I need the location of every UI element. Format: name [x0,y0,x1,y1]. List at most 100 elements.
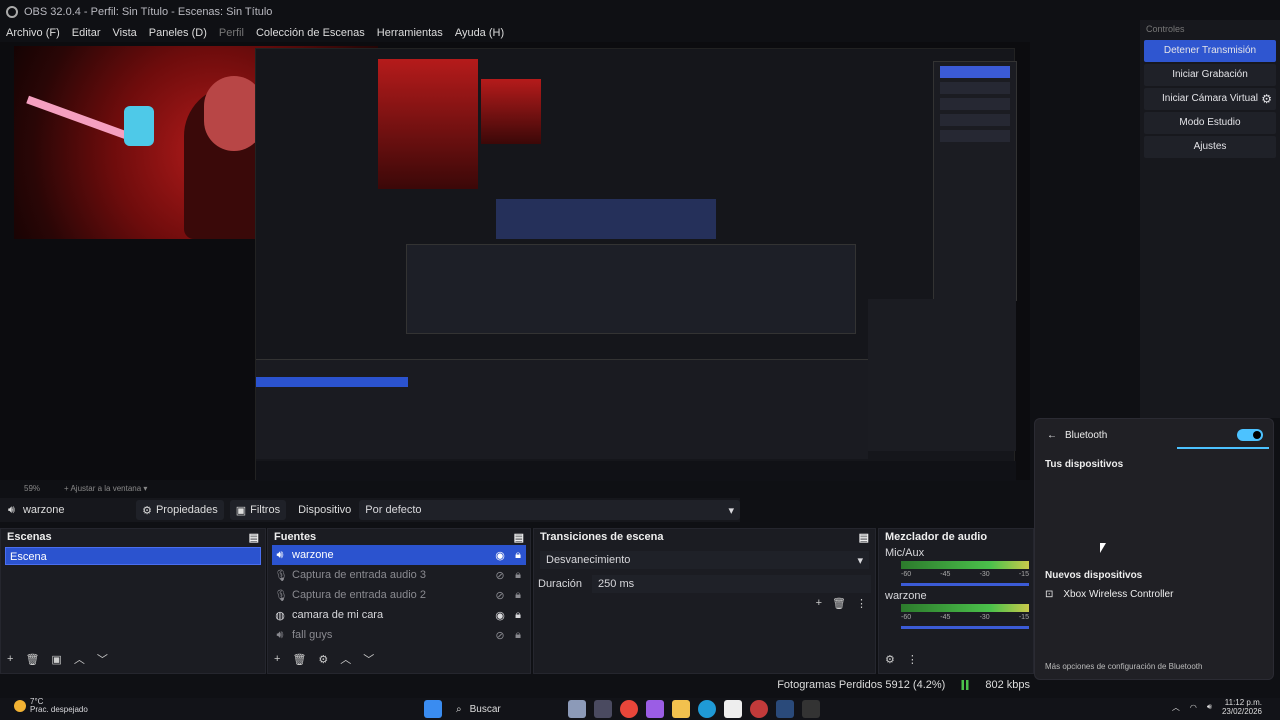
nested-taskbar [256,461,1016,481]
add-transition-icon[interactable]: + [816,597,822,610]
store-icon[interactable] [724,700,742,718]
gear-icon[interactable]: ⚙ [1261,88,1272,110]
weather-status: Prac. despejado [30,705,88,714]
taskbar-search[interactable]: ⌕ Buscar [450,700,560,718]
properties-button[interactable]: ⚙ Propiedades [136,500,224,520]
menu-herramientas[interactable]: Herramientas [377,27,443,39]
volume-slider[interactable] [901,583,1029,586]
filters-button[interactable]: ▣ Filtros [229,500,287,520]
move-down-icon[interactable]: ﹀ [97,651,108,667]
gear-icon[interactable]: ⚙ [885,653,895,666]
move-up-icon[interactable]: ︿ [340,651,351,667]
add-source-icon[interactable]: + [274,653,280,665]
volume-icon[interactable]: 🔊︎ [1207,702,1212,712]
menu-editar[interactable]: Editar [72,27,101,39]
preview-canvas[interactable] [0,42,1030,481]
trash-icon[interactable]: 🗑︎ [832,597,846,610]
eye-off-icon[interactable]: ⊘ [494,629,506,642]
your-devices-list [1035,470,1273,560]
task-view-icon[interactable] [594,700,612,718]
move-up-icon[interactable]: ︿ [74,651,85,667]
move-down-icon[interactable]: ﹀ [363,651,374,667]
duration-input[interactable]: 250 ms [592,575,871,593]
add-scene-icon[interactable]: + [7,653,13,665]
lock-icon[interactable]: 🔒︎ [512,629,524,642]
eye-icon[interactable]: ◉ [494,549,506,562]
widget-icon[interactable] [568,700,586,718]
speaker-icon: 🔊︎ [8,503,15,516]
dock-menu-icon[interactable]: ▤ [249,531,259,544]
menu-archivo[interactable]: Archivo (F) [6,27,60,39]
menu-coleccion[interactable]: Colección de Escenas [256,27,365,39]
more-bluetooth-settings[interactable]: Más opciones de configuración de Bluetoo… [1045,662,1202,671]
volume-slider[interactable] [901,626,1029,629]
bluetooth-toggle[interactable] [1237,429,1263,441]
nested-docks [256,359,868,459]
device-label: Dispositivo [298,504,352,516]
search-label: Buscar [469,703,501,715]
source-row[interactable]: 🔊︎ fall guys ⊘ 🔒︎ [268,625,530,645]
network-icon[interactable]: ◠ [1190,703,1197,712]
chrome-icon[interactable] [620,700,638,718]
scenes-dock: Escenas ▤ Escena + 🗑︎ ▣ ︿ ﹀ [0,528,266,674]
trash-icon[interactable]: 🗑︎ [25,653,39,666]
gear-icon[interactable]: ⚙ [318,653,328,666]
eye-off-icon[interactable]: ⊘ [494,569,506,582]
source-row[interactable]: ◍ camara de mi cara ◉ 🔒︎ [268,605,530,625]
edge-icon[interactable] [698,700,716,718]
studio-mode-button[interactable]: Modo Estudio [1144,112,1276,134]
zoom-fit[interactable]: + Ajustar a la ventana ▾ [64,484,147,493]
stop-stream-button[interactable]: Detener Transmisión [1144,40,1276,62]
more-icon[interactable]: ⋮ [856,597,867,610]
bitrate: 802 kbps [985,679,1030,691]
nested-obs-window [406,244,856,334]
lock-icon[interactable]: 🔒︎ [512,589,524,602]
virtual-camera-button[interactable]: Iniciar Cámara Virtual ⚙ [1144,88,1276,110]
dock-menu-icon[interactable]: ▤ [859,531,869,544]
settings-button[interactable]: Ajustes [1144,136,1276,158]
microphone [124,106,154,146]
menu-ayuda[interactable]: Ayuda (H) [455,27,504,39]
steam-icon[interactable] [776,700,794,718]
taskbar: 7°C Prac. despejado ⌕ Buscar ︿ ◠ 🔊︎ 11:12 … [0,698,1280,720]
lock-icon[interactable]: 🔒︎ [512,569,524,582]
camera-icon: ◍ [275,609,285,622]
weather-icon [14,700,26,712]
nested-webcam-2 [481,79,541,144]
back-arrow-icon[interactable]: ← [1047,430,1057,441]
lock-icon[interactable]: 🔒︎ [512,549,524,562]
mixer-title: Mezclador de audio [885,531,988,543]
app-icon[interactable] [750,700,768,718]
channel-name: warzone [885,590,927,602]
start-recording-button[interactable]: Iniciar Grabación [1144,64,1276,86]
start-icon[interactable] [424,700,442,718]
device-select[interactable]: Por defecto ▾ [359,500,740,520]
sources-dock: Fuentes ▤ 🔊︎ warzone ◉ 🔒︎ 🎙︎ Captura de e… [267,528,531,674]
copilot-icon[interactable] [646,700,664,718]
source-row[interactable]: 🔊︎ warzone ◉ 🔒︎ [272,545,526,565]
clock[interactable]: 11:12 p.m. 23/02/2026 [1222,698,1262,716]
chevron-up-icon[interactable]: ︿ [1172,702,1180,713]
eye-off-icon[interactable]: ⊘ [494,589,506,602]
nested-control-3 [940,98,1010,110]
mixer-channel: Mic/Aux -60 -45 -30 -15 [879,545,1033,588]
scene-item[interactable]: Escena [5,547,261,565]
dock-menu-icon[interactable]: ▤ [514,531,524,544]
lock-icon[interactable]: 🔒︎ [512,609,524,622]
trash-icon[interactable]: 🗑︎ [292,653,306,666]
menu-paneles[interactable]: Paneles (D) [149,27,207,39]
source-row[interactable]: 🎙︎ Captura de entrada audio 3 ⊘ 🔒︎ [268,565,530,585]
sources-title: Fuentes [274,531,317,543]
transition-select[interactable]: Desvanecimiento ▾ [540,551,869,569]
source-row[interactable]: 🎙︎ Captura de entrada audio 2 ⊘ 🔒︎ [268,585,530,605]
menu-vista[interactable]: Vista [113,27,137,39]
bluetooth-device[interactable]: ⊡ Xbox Wireless Controller [1035,581,1273,600]
eye-icon[interactable]: ◉ [494,609,506,622]
obs-icon[interactable] [802,700,820,718]
filter-icon[interactable]: ▣ [51,653,61,666]
menu-perfil[interactable]: Perfil [219,27,244,39]
folder-icon[interactable] [672,700,690,718]
more-icon[interactable]: ⋮ [907,653,918,666]
weather-widget[interactable]: 7°C Prac. despejado [14,698,88,714]
zoom-level[interactable]: 59% [24,484,40,493]
